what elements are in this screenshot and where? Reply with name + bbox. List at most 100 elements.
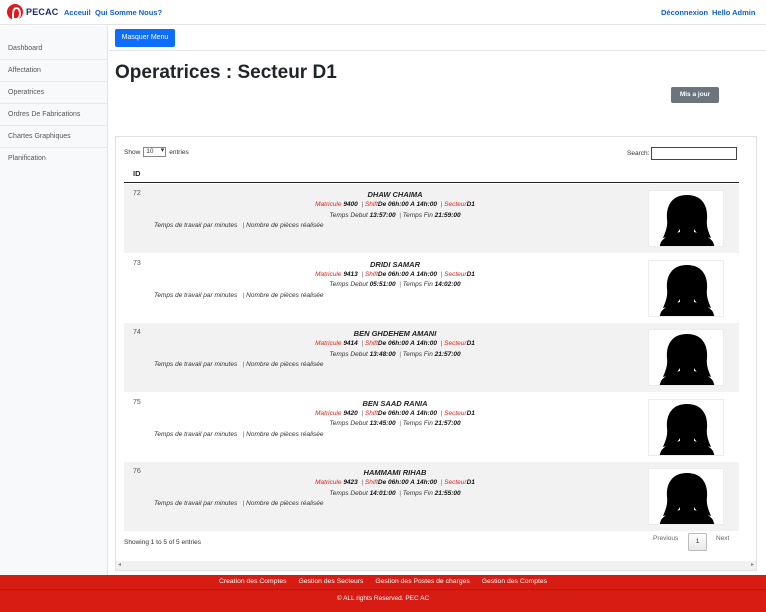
search-label: Search: xyxy=(627,150,650,157)
secteur-value: D1 xyxy=(466,340,475,348)
entries-select[interactable]: 10 xyxy=(143,147,167,157)
work-time-label: Temps de travail par minutes xyxy=(154,430,238,438)
pieces-label: Nombre de pièces réalisée xyxy=(246,291,324,299)
matricule-label: Matricule xyxy=(315,340,342,348)
temps-fin-value: 21:55:00 xyxy=(434,489,461,497)
temps-debut-value: 14:01:00 xyxy=(369,489,396,497)
horizontal-scrollbar[interactable]: ◂ ▸ xyxy=(116,561,756,570)
brand[interactable]: PECAC xyxy=(7,4,59,20)
temps-debut-label: Temps Debut xyxy=(329,350,368,358)
operatrice-name: HAMMAMI RIHAB xyxy=(363,468,427,477)
matricule-value: 9423 xyxy=(343,479,358,487)
shift-label: Shift xyxy=(364,270,378,278)
next-page-button[interactable]: Next xyxy=(716,535,729,542)
temps-debut-value: 13:48:00 xyxy=(369,350,396,358)
matricule-value: 9413 xyxy=(343,270,358,278)
footer-links: Creation des Comptes Gestion des Secteur… xyxy=(0,577,766,586)
table-row: 73 DRIDI SAMAR Matricule 9413 | ShiftDe 06… xyxy=(124,254,739,323)
temps-debut-label: Temps Debut xyxy=(329,281,368,289)
shift-label: Shift xyxy=(364,340,378,348)
pieces-label: Nombre de pièces réalisée xyxy=(246,430,324,438)
toggle-menu-button[interactable]: Masquer Menu xyxy=(115,29,175,47)
shift-label: Shift xyxy=(364,479,378,487)
operatrice-details: Matricule 9400 | ShiftDe 06h:00 A 14h:00… xyxy=(315,201,475,209)
work-time-label: Temps de travail par minutes xyxy=(154,361,238,368)
divider xyxy=(109,50,766,51)
shift-label: Shift xyxy=(364,409,378,417)
row-id: 74 xyxy=(133,329,141,336)
temps-debut-label: Temps Debut xyxy=(329,211,368,219)
operatrice-info: DHAW CHAIMA Matricule 9400 | ShiftDe 06h:… xyxy=(274,190,516,221)
female-avatar-icon xyxy=(648,329,724,386)
female-avatar-icon xyxy=(648,259,724,317)
page-title: Operatrices : Secteur D1 xyxy=(115,62,337,83)
update-button[interactable]: Mis a jour xyxy=(671,87,719,103)
temps-debut-value: 13:45:00 xyxy=(369,420,396,428)
sidebar-item-dashboard[interactable]: Dashboard xyxy=(0,38,107,60)
nav-about-link[interactable]: Qui Somme Nous? xyxy=(95,8,162,17)
nav-home-link[interactable]: Acceuil xyxy=(64,8,91,17)
work-stats: Temps de travail par minutes | Nombre de… xyxy=(154,291,324,299)
table-row: 72 DHAW CHAIMA Matricule 9400 | ShiftDe 06… xyxy=(124,184,739,253)
sidebar-item-operatrices[interactable]: Operatrices xyxy=(0,82,107,104)
temps-debut-value: 05:51:00 xyxy=(369,281,396,289)
operatrice-info: BEN SAAD RANIA Matricule 9420 | ShiftDe 0… xyxy=(274,399,516,430)
row-id: 75 xyxy=(133,398,141,406)
secteur-value: D1 xyxy=(466,270,475,278)
temps-fin-value: 21:57:00 xyxy=(434,350,461,358)
shift-value: De 06h:00 A 14h:00 xyxy=(377,479,438,487)
secteur-label: Secteur xyxy=(444,270,467,278)
operatrice-details: Matricule 9413 | ShiftDe 06h:00 A 14h:00… xyxy=(315,270,475,278)
footer-link-gestion-postes[interactable]: Gestion des Postes de charges xyxy=(375,578,469,585)
matricule-label: Matricule xyxy=(315,479,342,487)
search-input[interactable] xyxy=(651,147,738,160)
sidebar-item-planification[interactable]: Planification xyxy=(0,148,107,170)
secteur-value: D1 xyxy=(466,479,475,487)
temps-debut-label: Temps Debut xyxy=(329,420,368,428)
operatrice-info: DRIDI SAMAR Matricule 9413 | ShiftDe 06h:… xyxy=(274,260,516,291)
matricule-label: Matricule xyxy=(315,409,342,417)
show-label: Show xyxy=(124,148,141,156)
sidebar-item-ordres[interactable]: Ordres De Fabrications xyxy=(0,104,107,126)
sidebar-item-chartes[interactable]: Chartes Graphiques xyxy=(0,126,107,148)
shift-value: De 06h:00 A 14h:00 xyxy=(377,340,438,348)
work-stats: Temps de travail par minutes | Nombre de… xyxy=(154,361,324,368)
pieces-label: Nombre de pièces réalisée xyxy=(246,361,324,368)
pecac-logo-icon xyxy=(7,4,23,20)
current-page-button[interactable]: 1 xyxy=(688,533,707,551)
work-stats: Temps de travail par minutes | Nombre de… xyxy=(154,222,324,229)
operatrice-info: BEN GHDEHEM AMANI Matricule 9414 | ShiftD… xyxy=(274,329,516,360)
footer-link-creation-comptes[interactable]: Creation des Comptes xyxy=(219,578,287,585)
brand-name: PECAC xyxy=(26,7,59,17)
temps-debut-label: Temps Debut xyxy=(329,489,368,497)
temps-fin-label: Temps Fin xyxy=(402,281,433,289)
operatrice-name: DHAW CHAIMA xyxy=(367,190,423,199)
table-row: 76 HAMMAMI RIHAB Matricule 9423 | ShiftDe … xyxy=(124,462,739,531)
scroll-left-icon[interactable]: ◂ xyxy=(118,561,121,570)
operatrice-name: BEN GHDEHEM AMANI xyxy=(353,329,437,338)
work-time-label: Temps de travail par minutes xyxy=(154,291,238,299)
previous-page-button[interactable]: Previous xyxy=(653,535,678,542)
copyright: © ALL rights Reserved. PEC AC xyxy=(336,595,430,602)
sidebar: Dashboard Affectation Operatrices Ordres… xyxy=(0,26,108,576)
footer-link-gestion-secteurs[interactable]: Gestion des Secteurs xyxy=(298,578,363,585)
operatrice-details: Matricule 9423 | ShiftDe 06h:00 A 14h:00… xyxy=(315,479,475,487)
temps-fin-label: Temps Fin xyxy=(402,350,433,358)
scroll-right-icon[interactable]: ▸ xyxy=(751,561,754,570)
shift-value: De 06h:00 A 14h:00 xyxy=(377,201,438,209)
secteur-value: D1 xyxy=(466,409,475,417)
operatrice-details: Matricule 9420 | ShiftDe 06h:00 A 14h:00… xyxy=(315,409,475,417)
temps-fin-label: Temps Fin xyxy=(402,211,433,219)
matricule-value: 9400 xyxy=(343,201,358,209)
column-header-id[interactable]: ID xyxy=(133,169,141,178)
user-greeting-link[interactable]: Hello Admin xyxy=(712,8,755,17)
secteur-label: Secteur xyxy=(444,409,467,417)
work-stats: Temps de travail par minutes | Nombre de… xyxy=(154,500,324,507)
temps-fin-value: 21:57:00 xyxy=(434,420,461,428)
entries-label: entries xyxy=(169,148,189,156)
table-info: Showing 1 to 5 of 5 entries xyxy=(124,539,201,546)
logout-link[interactable]: Déconnexion xyxy=(661,8,708,17)
footer-link-gestion-comptes[interactable]: Gestion des Comptes xyxy=(482,578,547,585)
matricule-label: Matricule xyxy=(315,270,342,278)
sidebar-item-affectation[interactable]: Affectation xyxy=(0,60,107,82)
